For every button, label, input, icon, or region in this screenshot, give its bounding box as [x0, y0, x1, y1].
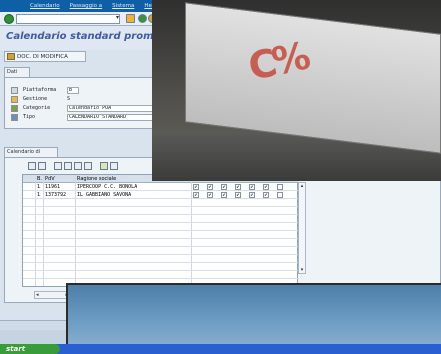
- day-checkbox[interactable]: ✔: [249, 192, 255, 198]
- deselect-icon[interactable]: [38, 162, 46, 170]
- table-row[interactable]: [23, 231, 299, 239]
- doc-modifica-button[interactable]: DOC. DI MODIFICA: [4, 51, 86, 62]
- field-label: Piattaforma: [23, 87, 57, 93]
- table-row[interactable]: [23, 271, 299, 279]
- scroll-left-icon[interactable]: ◂: [36, 292, 39, 298]
- day-checkbox[interactable]: ✔: [207, 184, 213, 190]
- header-b[interactable]: B.: [37, 175, 42, 183]
- cell-ragione: IPERCOOP C.C. BONOLA: [77, 184, 138, 190]
- management-icon: [11, 96, 18, 103]
- header-ragione-sociale[interactable]: Ragione sociale: [77, 175, 116, 183]
- day-checkbox[interactable]: ✔: [193, 184, 199, 190]
- day-checkbox[interactable]: ✔: [263, 184, 269, 190]
- enter-icon[interactable]: [4, 14, 14, 24]
- cell-b: 1: [37, 192, 41, 198]
- platform-icon: [11, 87, 18, 94]
- table-row[interactable]: 1 1373792 IL GABBIANO SAVONA ✔ ✔ ✔ ✔ ✔ ✔: [23, 191, 299, 199]
- back-icon[interactable]: [138, 14, 147, 23]
- save-icon[interactable]: [126, 14, 135, 23]
- menu-sistema[interactable]: Sistema: [112, 3, 134, 9]
- vertical-scrollbar[interactable]: ▴ ▾: [298, 182, 306, 274]
- start-button[interactable]: start: [0, 344, 60, 354]
- table-row[interactable]: [23, 223, 299, 231]
- find-icon[interactable]: [84, 162, 92, 170]
- table-row[interactable]: [23, 239, 299, 247]
- day-checkbox[interactable]: ✔: [221, 192, 227, 198]
- store-grid: B. PdV Ragione sociale 1 11961 IPERCOOP …: [22, 174, 299, 287]
- gestione-value: S: [67, 96, 71, 102]
- field-label: Tipo: [23, 114, 36, 120]
- day-checkbox[interactable]: [277, 184, 283, 190]
- document-icon: [7, 53, 15, 60]
- table-row[interactable]: [23, 247, 299, 255]
- command-field[interactable]: [16, 14, 120, 24]
- tab-general-data[interactable]: Dati generali: [4, 67, 30, 84]
- menu-calendario[interactable]: Calendario: [30, 3, 60, 9]
- day-checkbox[interactable]: ✔: [235, 184, 241, 190]
- day-checkbox[interactable]: ✔: [249, 184, 255, 190]
- table-row[interactable]: [23, 199, 299, 207]
- cell-b: 1: [37, 184, 41, 190]
- piattaforma-value[interactable]: B: [67, 87, 79, 94]
- categorie-value: Calendario POA: [67, 105, 155, 112]
- category-icon: [11, 105, 18, 112]
- select-all-icon[interactable]: [28, 162, 36, 170]
- scroll-down-icon[interactable]: ▾: [299, 267, 305, 273]
- table-row[interactable]: [23, 215, 299, 223]
- tab-delivery-calendar[interactable]: Calendario di consegna: [4, 147, 58, 164]
- day-checkbox[interactable]: ✔: [193, 192, 199, 198]
- general-data-panel: Piattaforma B Gestione S Categorie Calen…: [4, 77, 156, 129]
- cell-ragione: IL GABBIANO SAVONA: [77, 192, 132, 198]
- type-icon: [11, 114, 18, 121]
- horizontal-scrollbar[interactable]: ◂ ▸: [34, 291, 70, 299]
- table-row[interactable]: [23, 255, 299, 263]
- table-row[interactable]: 1 11961 IPERCOOP C.C. BONOLA ✔ ✔ ✔ ✔ ✔ ✔: [23, 183, 299, 191]
- cell-pdv: 1373792: [45, 192, 67, 198]
- menu-passaggio-a[interactable]: Passaggio a: [70, 3, 103, 9]
- field-label: Categorie: [23, 105, 51, 111]
- details-icon[interactable]: [100, 162, 108, 170]
- day-checkbox[interactable]: ✔: [263, 192, 269, 198]
- start-label: start: [6, 345, 26, 353]
- insert-row-icon[interactable]: [54, 162, 62, 170]
- scroll-up-icon[interactable]: ▴: [299, 183, 305, 189]
- field-label: Gestione: [23, 96, 48, 102]
- day-checkbox[interactable]: ✔: [235, 192, 241, 198]
- layout-icon[interactable]: [110, 162, 118, 170]
- day-checkbox[interactable]: ✔: [221, 184, 227, 190]
- day-checkbox[interactable]: [277, 192, 283, 198]
- delete-row-icon[interactable]: [64, 162, 72, 170]
- copy-row-icon[interactable]: [74, 162, 82, 170]
- taskbar: [0, 344, 441, 354]
- table-row[interactable]: [23, 207, 299, 215]
- table-row[interactable]: [23, 263, 299, 271]
- header-pdv[interactable]: PdV: [45, 175, 55, 183]
- doc-modifica-label: DOC. DI MODIFICA: [17, 53, 68, 60]
- cell-pdv: 11961: [45, 184, 61, 190]
- command-history-icon[interactable]: ▾: [116, 14, 119, 21]
- day-checkbox[interactable]: ✔: [207, 192, 213, 198]
- tipo-value: CALENDARIO STANDARD: [67, 114, 155, 121]
